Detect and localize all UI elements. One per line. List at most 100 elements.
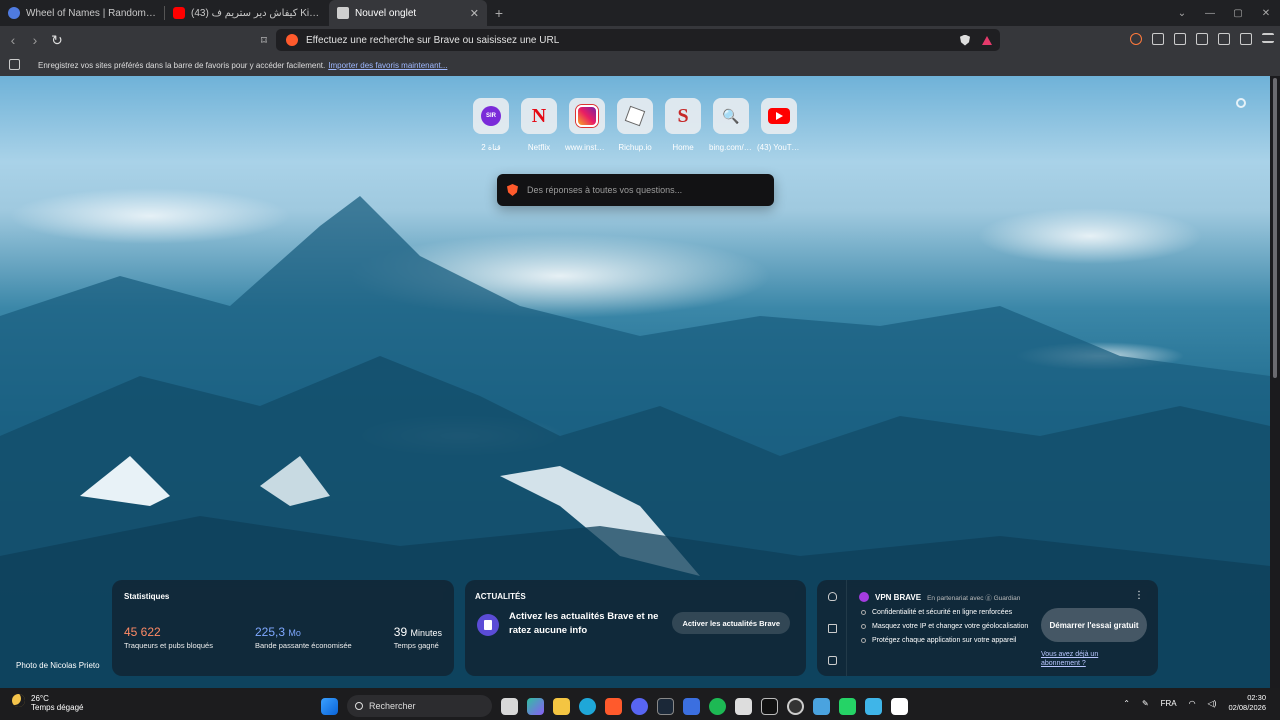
photos-icon[interactable]	[813, 697, 830, 715]
tab-new-tab[interactable]: Nouvel onglet ✕	[329, 0, 487, 26]
search-icon	[355, 702, 363, 710]
page-scrollbar[interactable]	[1270, 76, 1280, 688]
whatsapp-icon[interactable]	[839, 697, 856, 715]
back-icon[interactable]: ‹	[2, 32, 24, 48]
shortcut-label: Richup.io	[618, 143, 652, 152]
already-subscribed-link[interactable]: Vous avez déjà un abonnement ?	[1041, 650, 1121, 668]
notepad-icon[interactable]	[865, 697, 882, 715]
time-value-wrap: 39 Minutes	[394, 625, 442, 639]
toolbar: ‹ › ↻ ⌑ Effectuez une recherche sur Brav…	[0, 26, 1280, 54]
start-trial-button[interactable]: Démarrer l'essai gratuit	[1041, 608, 1147, 642]
paint-icon[interactable]	[891, 697, 908, 715]
vpn-side-icon[interactable]	[828, 592, 837, 601]
new-tab-page: SIR 2 قناة N Netflix www.instagram.com R…	[0, 76, 1270, 688]
news-title: ACTUALITÉS	[475, 592, 526, 601]
bandwidth-value-wrap: 225,3 Mo	[255, 625, 352, 639]
import-bookmarks-link[interactable]: Importer des favoris maintenant...	[328, 61, 447, 70]
address-bar[interactable]: Effectuez une recherche sur Brave ou sai…	[276, 29, 1000, 51]
news-card: ACTUALITÉS Activez les actualités Brave …	[465, 580, 806, 676]
tab-search-icon[interactable]: ⌄	[1168, 8, 1196, 19]
taskbar-apps: Rechercher	[321, 695, 908, 717]
shortcut-youtube[interactable]: (43) YouTube	[757, 98, 801, 152]
maximize-icon[interactable]: ▢	[1224, 8, 1252, 19]
forward-icon[interactable]: ›	[24, 32, 46, 48]
weather-desc: Temps dégagé	[31, 703, 84, 712]
volume-icon[interactable]: ◁)	[1208, 699, 1217, 708]
vpn-shield-icon[interactable]	[1240, 33, 1252, 45]
tile: 🔍	[713, 98, 749, 134]
shortcut-label: bing.com/c...	[709, 143, 753, 152]
menu-icon[interactable]	[1262, 33, 1274, 43]
ask-placeholder: Des réponses à toutes vos questions...	[527, 185, 683, 195]
shortcut-richup[interactable]: Richup.io	[616, 98, 654, 152]
edge-icon[interactable]	[579, 697, 596, 715]
wallet-icon[interactable]	[1196, 33, 1208, 45]
bandwidth-unit: Mo	[288, 628, 301, 638]
clock[interactable]: 02:30 02/08/2026	[1228, 693, 1266, 713]
taskbar: 26°C Temps dégagé Rechercher ⌃ ✎ FRA ◠ ◁…	[0, 688, 1280, 720]
tab-youtube-kick[interactable]: (43) كيفاش دير ستريم ف Kick | كل ما تحتا…	[165, 0, 329, 26]
file-explorer-icon[interactable]	[553, 697, 570, 715]
shortcut-instagram[interactable]: www.instagram.com	[565, 98, 609, 152]
bing-search-icon: 🔍	[722, 107, 740, 124]
shortcut-2m[interactable]: SIR 2 قناة	[472, 98, 510, 152]
address-placeholder: Effectuez une recherche sur Brave ou sai…	[306, 34, 560, 46]
time-value: 39	[393, 625, 408, 639]
wifi-icon[interactable]: ◠	[1189, 699, 1196, 708]
time-unit: Minutes	[410, 628, 442, 638]
feature-text: Masquez votre IP et changez votre géoloc…	[872, 623, 1029, 630]
copilot-icon[interactable]	[527, 697, 544, 715]
brave-lion-icon	[507, 184, 518, 196]
calendar-side-icon[interactable]	[828, 656, 837, 665]
windows-start-icon[interactable]	[321, 697, 338, 715]
language-indicator[interactable]: FRA	[1161, 699, 1177, 708]
scroll-thumb[interactable]	[1273, 78, 1277, 378]
shortcut-home[interactable]: S Home	[664, 98, 702, 152]
brave-rewards-icon[interactable]	[982, 35, 992, 45]
tab-wheel-of-names[interactable]: Wheel of Names | Random name picker	[0, 0, 164, 26]
tray-overflow-icon[interactable]: ⌃	[1123, 699, 1130, 708]
activate-news-button[interactable]: Activer les actualités Brave	[672, 612, 790, 634]
brave-favicon-icon	[337, 7, 349, 19]
close-tab-icon[interactable]: ✕	[470, 7, 479, 20]
reload-icon[interactable]: ↻	[46, 32, 68, 49]
vpn-header: VPN BRAVE En partenariat avec ⓖ Guardian	[859, 592, 1020, 602]
more-options-icon[interactable]: ⋮	[1134, 590, 1144, 601]
tab-strip: Wheel of Names | Random name picker (43)…	[0, 0, 1280, 26]
shortcut-netflix[interactable]: N Netflix	[520, 98, 558, 152]
taskbar-search[interactable]: Rechercher	[347, 695, 492, 717]
apps-grid-icon[interactable]	[9, 59, 20, 70]
time-desc: Temps gagné	[393, 641, 439, 650]
brave-shields-icon[interactable]	[960, 34, 970, 46]
shortcut-bing[interactable]: 🔍 bing.com/c...	[709, 98, 753, 152]
minimize-icon[interactable]: —	[1196, 8, 1224, 19]
warning-side-icon[interactable]	[828, 624, 837, 633]
task-view-icon[interactable]	[501, 697, 518, 715]
weather-widget[interactable]: 26°C Temps dégagé	[12, 694, 83, 712]
vpn-feature: Confidentialité et sécurité en ligne ren…	[861, 608, 1031, 617]
obs-icon[interactable]	[787, 697, 804, 715]
bookmark-icon[interactable]: ⌑	[253, 34, 275, 47]
discord-icon[interactable]	[631, 697, 648, 715]
new-tab-button[interactable]: +	[487, 5, 511, 21]
photo-credit[interactable]: Photo de Nicolas Prieto	[16, 661, 100, 670]
close-window-icon[interactable]: ✕	[1252, 8, 1280, 19]
spotify-icon[interactable]	[709, 697, 726, 715]
epic-games-icon[interactable]	[735, 697, 752, 715]
tile: N	[521, 98, 557, 134]
brave-taskbar-icon[interactable]	[605, 697, 622, 715]
capcut-icon[interactable]	[761, 697, 778, 715]
vpn-features: Confidentialité et sécurité en ligne ren…	[861, 608, 1031, 650]
shortcut-label: 2 قناة	[481, 143, 501, 152]
app-blue-icon[interactable]	[683, 697, 700, 715]
leo-ask-input[interactable]: Des réponses à toutes vos questions...	[497, 174, 774, 206]
sparkle-icon[interactable]	[1218, 33, 1230, 45]
extensions-icon[interactable]	[1152, 33, 1164, 45]
moon-icon	[12, 694, 25, 707]
leo-icon[interactable]	[1130, 33, 1142, 45]
sidebar-icon[interactable]	[1174, 33, 1186, 45]
customize-gear-icon[interactable]	[1236, 98, 1246, 108]
pen-icon[interactable]: ✎	[1142, 699, 1149, 708]
trackers-value: 45 622	[124, 625, 161, 639]
steam-icon[interactable]	[657, 697, 674, 715]
